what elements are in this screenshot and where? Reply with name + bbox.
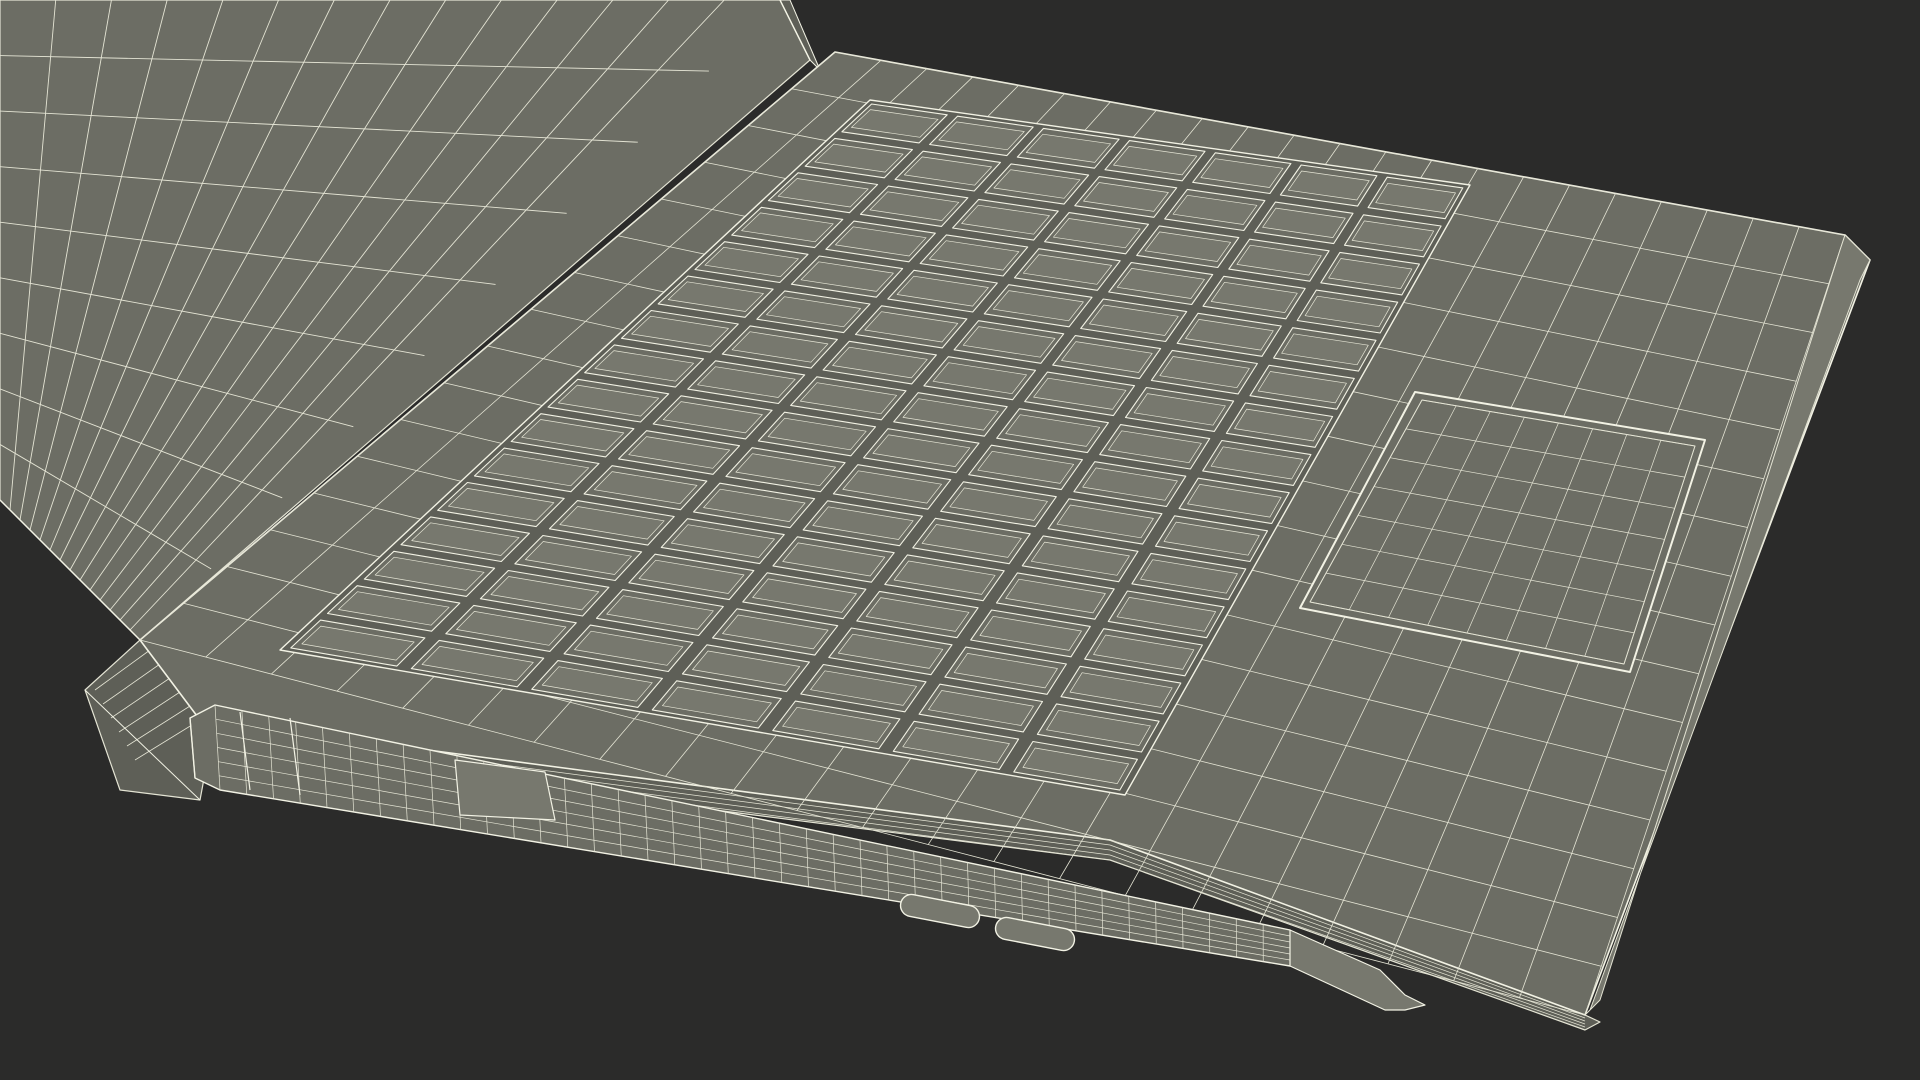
wireframe-render-viewport (0, 0, 1920, 1080)
laptop-wireframe-scene (0, 0, 1871, 1031)
